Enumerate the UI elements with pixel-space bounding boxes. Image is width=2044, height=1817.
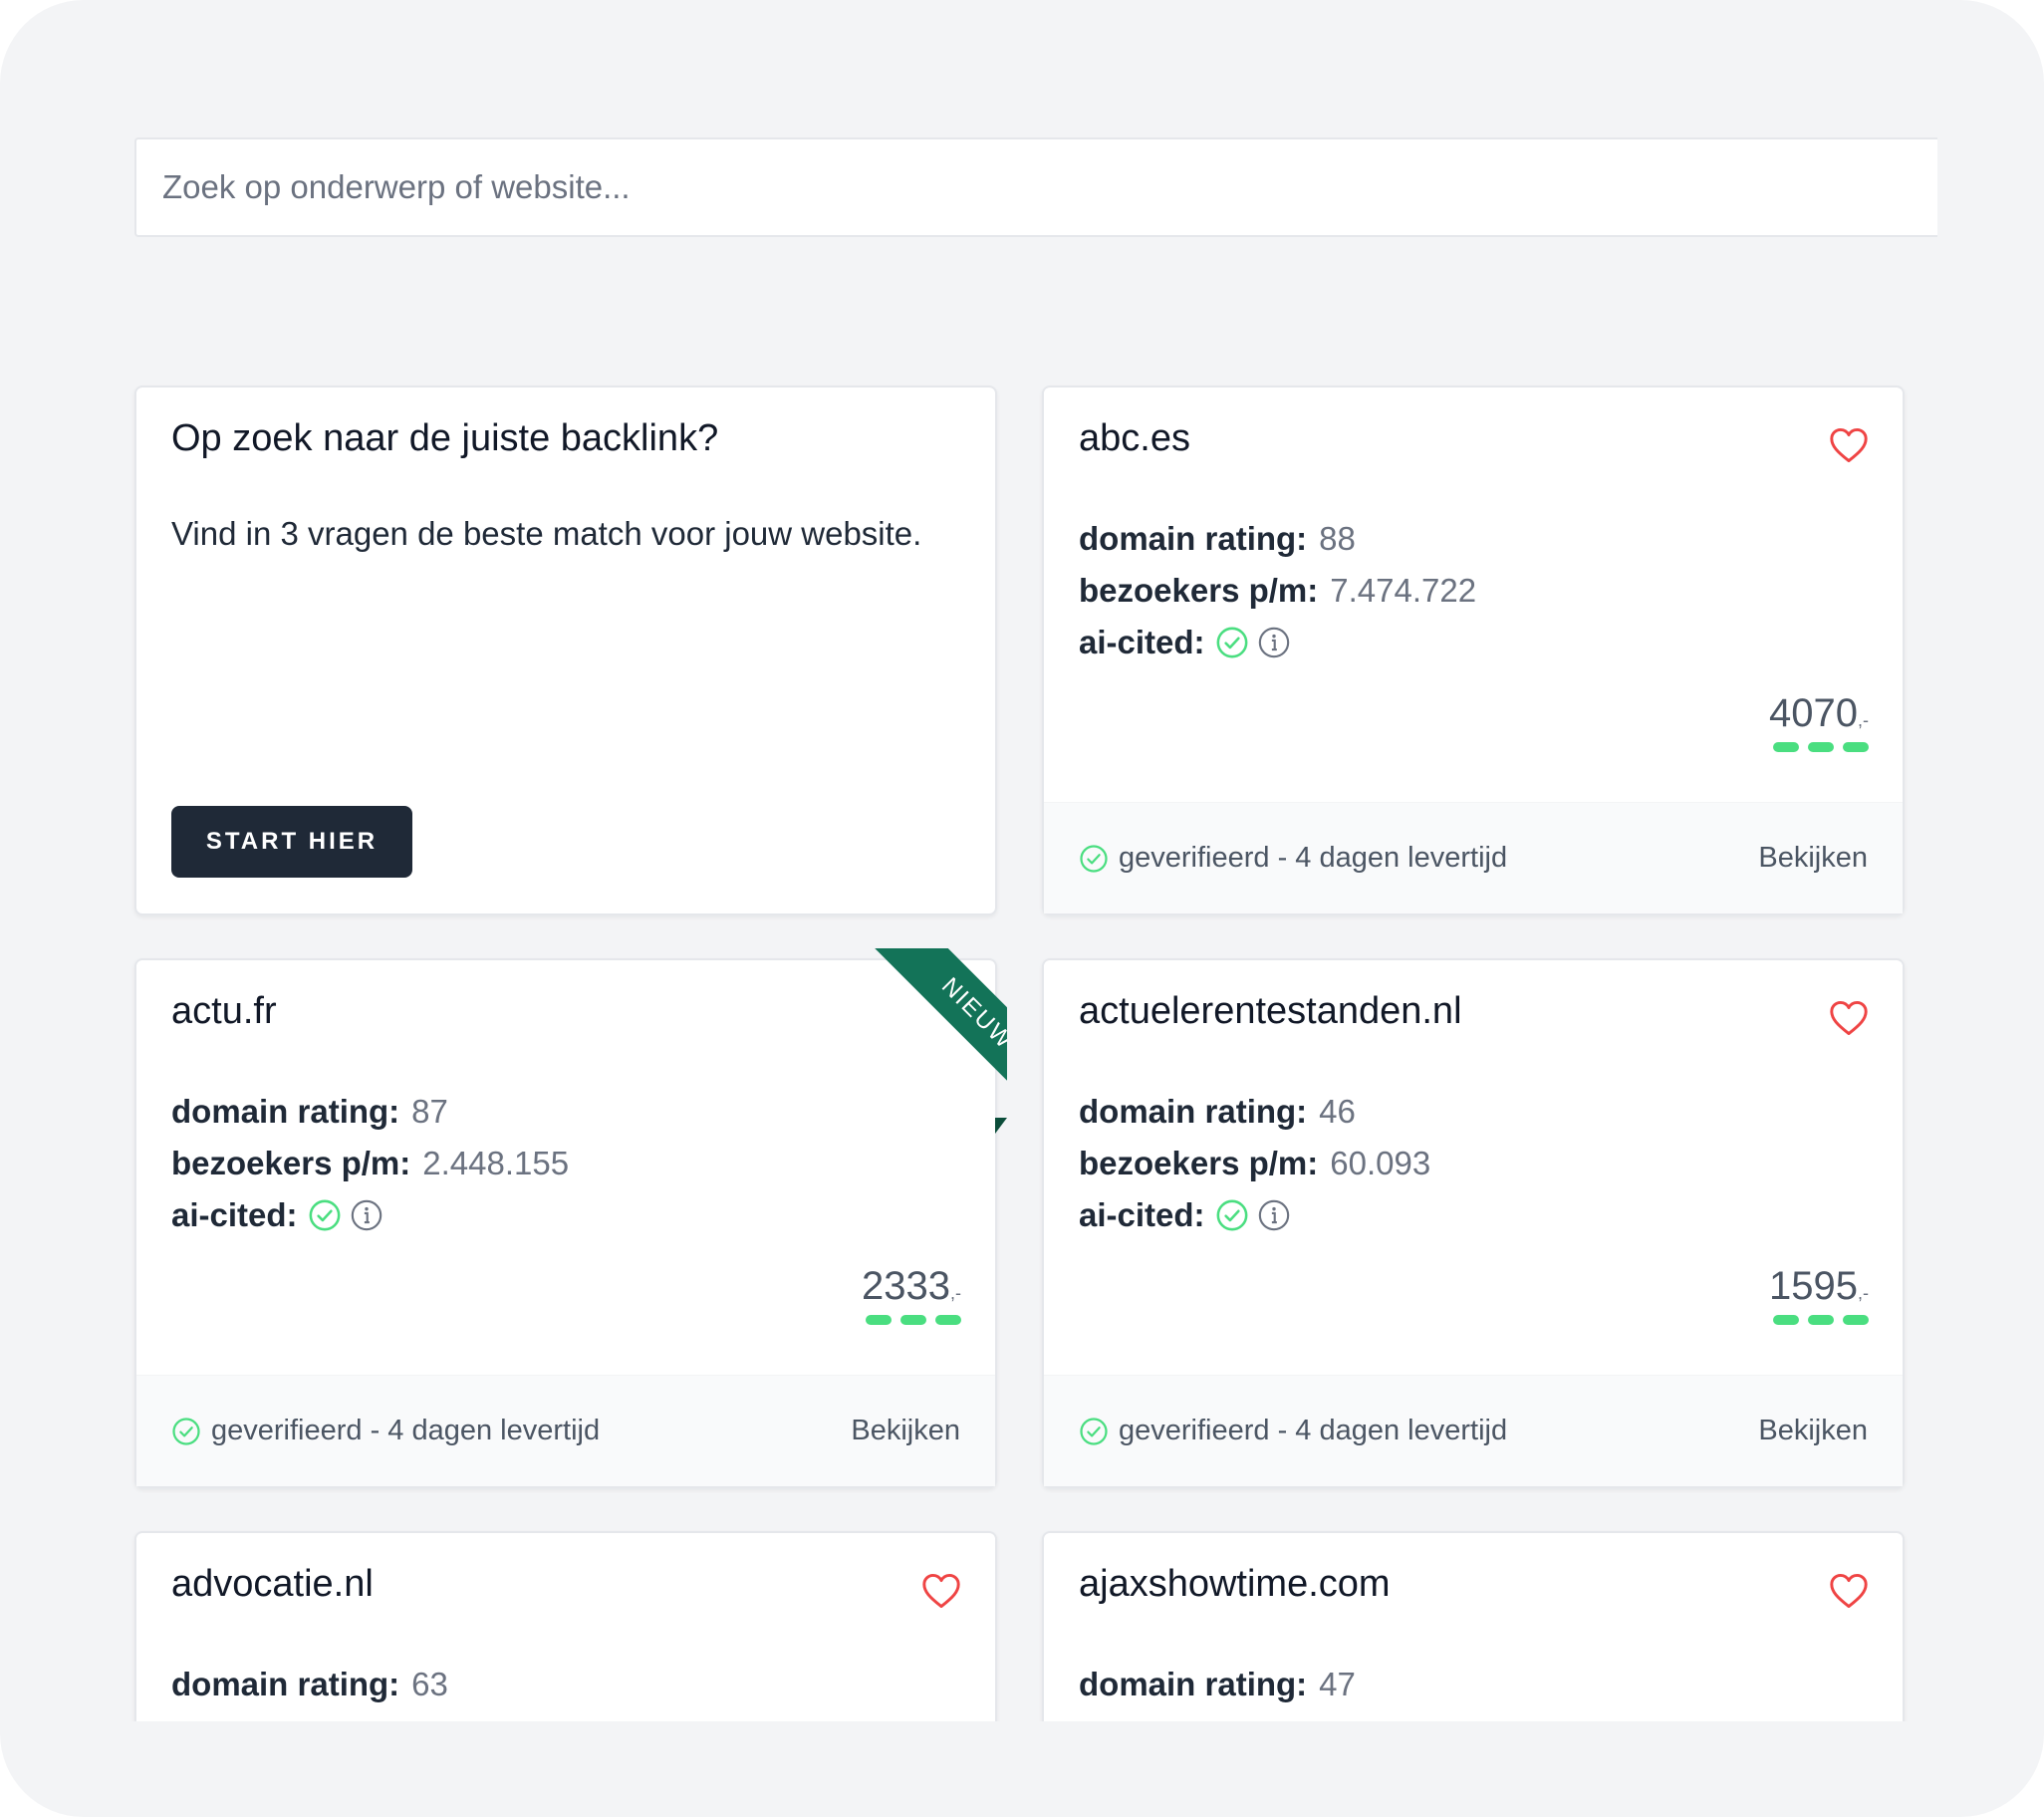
- view-link[interactable]: Bekijken: [1758, 1415, 1868, 1447]
- price-suffix: ,-: [1858, 1283, 1869, 1303]
- domain-rating-label: domain rating:: [171, 1666, 400, 1702]
- new-ribbon: NIEUW: [818, 948, 1007, 1138]
- price-level-indicator: [1769, 742, 1869, 752]
- listing-card[interactable]: ajaxshowtime.com domain rating: 47: [1042, 1531, 1905, 1721]
- listing-footer: geverifieerd - 4 dagen levertijd Bekijke…: [136, 1375, 995, 1486]
- listing-domain: abc.es: [1079, 417, 1190, 459]
- listing-card[interactable]: advocatie.nl domain rating: 63: [134, 1531, 997, 1721]
- price-value: 2333: [862, 1264, 950, 1308]
- verified-text: geverifieerd - 4 dagen levertijd: [211, 1415, 601, 1446]
- domain-rating-label: domain rating:: [1079, 1093, 1308, 1130]
- listing-domain: advocatie.nl: [171, 1563, 374, 1605]
- price-value: 1595: [1769, 1264, 1858, 1308]
- view-link[interactable]: Bekijken: [851, 1415, 960, 1447]
- check-circle-icon: [1216, 627, 1247, 658]
- promo-card: Op zoek naar de juiste backlink? Vind in…: [134, 386, 997, 915]
- check-circle-icon: [1080, 844, 1108, 873]
- heart-outline-icon[interactable]: [921, 1573, 961, 1609]
- domain-rating-label: domain rating:: [1079, 520, 1308, 557]
- check-circle-icon: [1216, 1199, 1247, 1231]
- heart-outline-icon[interactable]: [1829, 427, 1869, 463]
- verified-text: geverifieerd - 4 dagen levertijd: [1119, 1415, 1508, 1446]
- price-level-indicator: [1769, 1315, 1869, 1325]
- visitors-label: bezoekers p/m:: [1079, 572, 1319, 609]
- check-circle-icon: [309, 1199, 340, 1231]
- visitors-value: 2.448.155: [422, 1145, 570, 1181]
- listing-card[interactable]: actuelerentestanden.nl domain rating: 46 …: [1042, 958, 1905, 1488]
- heart-outline-icon[interactable]: [1829, 1573, 1869, 1609]
- check-circle-icon: [172, 1417, 200, 1445]
- listing-domain: actu.fr: [171, 990, 277, 1032]
- search-placeholder: Zoek op onderwerp of website...: [162, 168, 631, 205]
- listing-stats: domain rating: 87 bezoekers p/m: 2.448.155…: [171, 1086, 569, 1241]
- ribbon-fold: [995, 1118, 1007, 1134]
- price: 1595,-: [1769, 1264, 1869, 1325]
- visitors-value: 7.474.722: [1330, 572, 1477, 609]
- price: 4070,-: [1769, 691, 1869, 752]
- price-suffix: ,-: [950, 1283, 961, 1303]
- info-icon[interactable]: [1257, 1198, 1291, 1232]
- search-input[interactable]: Zoek op onderwerp of website...: [134, 137, 1937, 237]
- domain-rating-value: 87: [411, 1093, 448, 1130]
- ai-cited-label: ai-cited:: [1079, 624, 1205, 660]
- domain-rating-label: domain rating:: [1079, 1666, 1308, 1702]
- price: 2333,-: [862, 1264, 961, 1325]
- visitors-label: bezoekers p/m:: [171, 1145, 411, 1181]
- app-frame: Zoek op onderwerp of website... Op zoek …: [0, 0, 2044, 1817]
- domain-rating-value: 47: [1319, 1666, 1356, 1702]
- listing-stats: domain rating: 46 bezoekers p/m: 60.093 ai…: [1079, 1086, 1430, 1241]
- info-icon[interactable]: [350, 1198, 383, 1232]
- start-here-button[interactable]: START HIER: [171, 806, 412, 878]
- heart-outline-icon[interactable]: [1829, 1000, 1869, 1036]
- price-level-indicator: [862, 1315, 961, 1325]
- check-circle-icon: [1080, 1417, 1108, 1445]
- domain-rating-value: 63: [411, 1666, 448, 1702]
- ai-cited-label: ai-cited:: [171, 1196, 298, 1233]
- listing-stats: domain rating: 63: [171, 1659, 448, 1710]
- promo-text: Vind in 3 vragen de beste match voor jou…: [171, 515, 922, 552]
- visitors-value: 60.093: [1330, 1145, 1431, 1181]
- domain-rating-value: 88: [1319, 520, 1356, 557]
- listing-card[interactable]: actu.fr NIEUW domain rating: 87 bezoekers…: [134, 948, 1007, 1488]
- price-suffix: ,-: [1858, 710, 1869, 730]
- listing-domain: actuelerentestanden.nl: [1079, 990, 1462, 1032]
- listing-card[interactable]: abc.es domain rating: 88 bezoekers p/m: 7.…: [1042, 386, 1905, 915]
- listing-stats: domain rating: 47: [1079, 1659, 1356, 1710]
- listing-grid: Op zoek naar de juiste backlink? Vind in…: [0, 359, 2044, 1721]
- ai-cited-label: ai-cited:: [1079, 1196, 1205, 1233]
- verified-text: geverifieerd - 4 dagen levertijd: [1119, 842, 1508, 874]
- visitors-label: bezoekers p/m:: [1079, 1145, 1319, 1181]
- listing-domain: ajaxshowtime.com: [1079, 1563, 1391, 1605]
- promo-title: Op zoek naar de juiste backlink?: [171, 417, 719, 459]
- new-ribbon-label: NIEUW: [853, 948, 1007, 1138]
- listing-footer: geverifieerd - 4 dagen levertijd Bekijke…: [1044, 1375, 1903, 1486]
- domain-rating-label: domain rating:: [171, 1093, 400, 1130]
- price-value: 4070: [1769, 691, 1858, 735]
- info-icon[interactable]: [1257, 626, 1291, 659]
- domain-rating-value: 46: [1319, 1093, 1356, 1130]
- listing-footer: geverifieerd - 4 dagen levertijd Bekijke…: [1044, 802, 1903, 913]
- view-link[interactable]: Bekijken: [1758, 842, 1868, 875]
- listing-stats: domain rating: 88 bezoekers p/m: 7.474.722…: [1079, 513, 1476, 668]
